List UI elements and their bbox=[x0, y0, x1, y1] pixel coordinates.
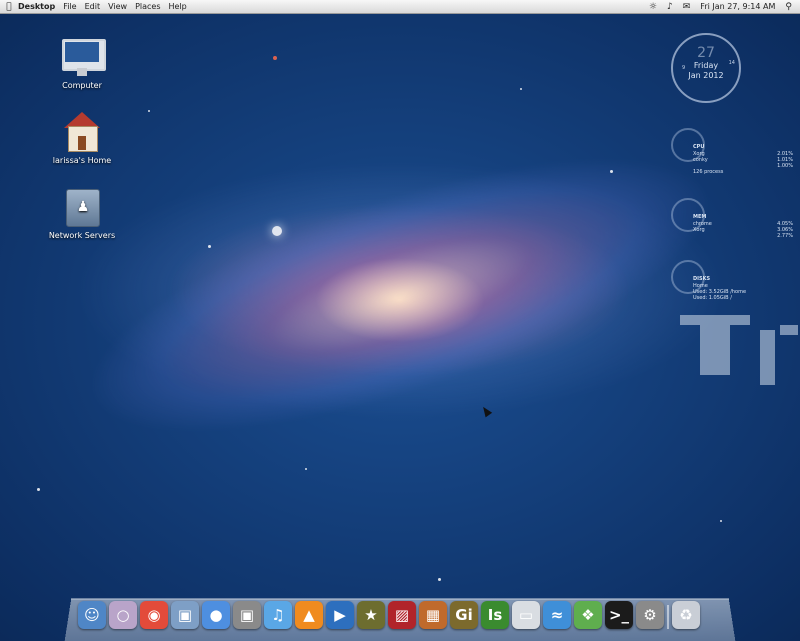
star-icon[interactable]: ★ bbox=[357, 601, 385, 629]
mem-value: 2.77% bbox=[777, 233, 793, 239]
cpu-value: 1.00% bbox=[777, 163, 793, 169]
menu-view[interactable]: View bbox=[108, 2, 127, 11]
chat-icon[interactable]: ● bbox=[202, 601, 230, 629]
clock-widget: 27 Friday Jan 2012 9 14 bbox=[671, 33, 741, 103]
disk-usage: Used: 1.05GiB / bbox=[693, 295, 732, 301]
wifi-icon[interactable]: ☼ bbox=[649, 2, 657, 12]
cpu-process-count: 126 process bbox=[693, 169, 724, 175]
app-menu[interactable]: Desktop bbox=[18, 2, 55, 11]
camera-icon[interactable]: ▣ bbox=[233, 601, 261, 629]
curtain-icon[interactable]: ▨ bbox=[388, 601, 416, 629]
home-folder-icon bbox=[60, 110, 104, 154]
cpu-section: CPU Xorg 2.01% conky 1.01% 1.00% 126 proce… bbox=[671, 128, 796, 175]
clock-tick: 14 bbox=[728, 60, 735, 66]
disks-section: DISKS Home Used: 3.52GiB /home Used: 1.0… bbox=[671, 260, 796, 301]
preview-icon[interactable]: ▣ bbox=[171, 601, 199, 629]
desktop-icon-home[interactable]: larissa's Home bbox=[37, 110, 127, 165]
galaxy-wallpaper bbox=[66, 105, 734, 485]
status-area: ☼ ♪ ✉ Fri Jan 27, 9:14 AM ⚲ bbox=[649, 2, 800, 12]
finder-icon[interactable]: ☺ bbox=[78, 601, 106, 629]
menu-places[interactable]: Places bbox=[135, 2, 160, 11]
menu-file[interactable]: File bbox=[63, 2, 76, 11]
ring-icon[interactable]: ○ bbox=[109, 601, 137, 629]
menu-help[interactable]: Help bbox=[169, 2, 187, 11]
network-servers-icon: ♟ bbox=[60, 185, 104, 229]
chrome-icon[interactable]: ◉ bbox=[140, 601, 168, 629]
pixelated-overlay bbox=[680, 315, 800, 385]
media-icon[interactable]: ▶ bbox=[326, 601, 354, 629]
desktop-icon-computer[interactable]: Computer bbox=[37, 35, 127, 90]
desktop-icon-label: Network Servers bbox=[48, 231, 116, 240]
cpu-title: CPU bbox=[693, 144, 705, 150]
waves-icon[interactable]: ≈ bbox=[543, 601, 571, 629]
terminal-icon[interactable]: >_ bbox=[605, 601, 633, 629]
menu-bar:  Desktop File Edit View Places Help ☼ ♪… bbox=[0, 0, 800, 14]
gi-text-icon[interactable]: Gi bbox=[450, 601, 478, 629]
network-icon[interactable]: ❖ bbox=[574, 601, 602, 629]
desktop-icon-label: larissa's Home bbox=[52, 156, 112, 165]
gear-icon[interactable]: ⚙ bbox=[636, 601, 664, 629]
mail-icon[interactable]: ✉ bbox=[683, 2, 691, 12]
trash-icon[interactable]: ♻ bbox=[672, 601, 700, 629]
volume-icon[interactable]: ♪ bbox=[667, 2, 673, 12]
dock: ☺ ○ ◉ ▣ ● ▣ ♫ ▲ ▶ ★ ▨ ▦ Gi Is ▭ ≈ ❖ >_ ⚙… bbox=[78, 601, 700, 633]
desktop-icon-network-servers[interactable]: ♟ Network Servers bbox=[37, 185, 127, 240]
vlc-icon[interactable]: ▲ bbox=[295, 601, 323, 629]
clock-day: 27 bbox=[697, 45, 715, 61]
disks-title: DISKS bbox=[693, 276, 711, 282]
is-text-icon[interactable]: Is bbox=[481, 601, 509, 629]
desktop-icon-label: Computer bbox=[62, 81, 102, 90]
mem-title: MEM bbox=[693, 214, 707, 220]
clock-date: Jan 2012 bbox=[688, 71, 724, 80]
clock-text[interactable]: Fri Jan 27, 9:14 AM bbox=[700, 2, 775, 11]
drive-icon[interactable]: ▭ bbox=[512, 601, 540, 629]
mem-section: MEM chrome 4.05% Xorg 3.06% 2.77% bbox=[671, 198, 796, 239]
menu-edit[interactable]: Edit bbox=[85, 2, 101, 11]
system-monitor-widget: CPU Xorg 2.01% conky 1.01% 1.00% 126 proce… bbox=[671, 128, 796, 316]
dock-separator bbox=[667, 605, 669, 629]
photo-icon[interactable]: ▦ bbox=[419, 601, 447, 629]
cpu-process: conky bbox=[693, 157, 708, 163]
apple-menu-icon[interactable]:  bbox=[0, 2, 18, 12]
computer-icon bbox=[60, 35, 106, 79]
search-icon[interactable]: ⚲ bbox=[785, 2, 792, 12]
clock-tick: 9 bbox=[682, 65, 686, 71]
mem-process: Xorg bbox=[693, 227, 705, 233]
mouse-cursor-icon bbox=[479, 404, 493, 418]
music-icon[interactable]: ♫ bbox=[264, 601, 292, 629]
